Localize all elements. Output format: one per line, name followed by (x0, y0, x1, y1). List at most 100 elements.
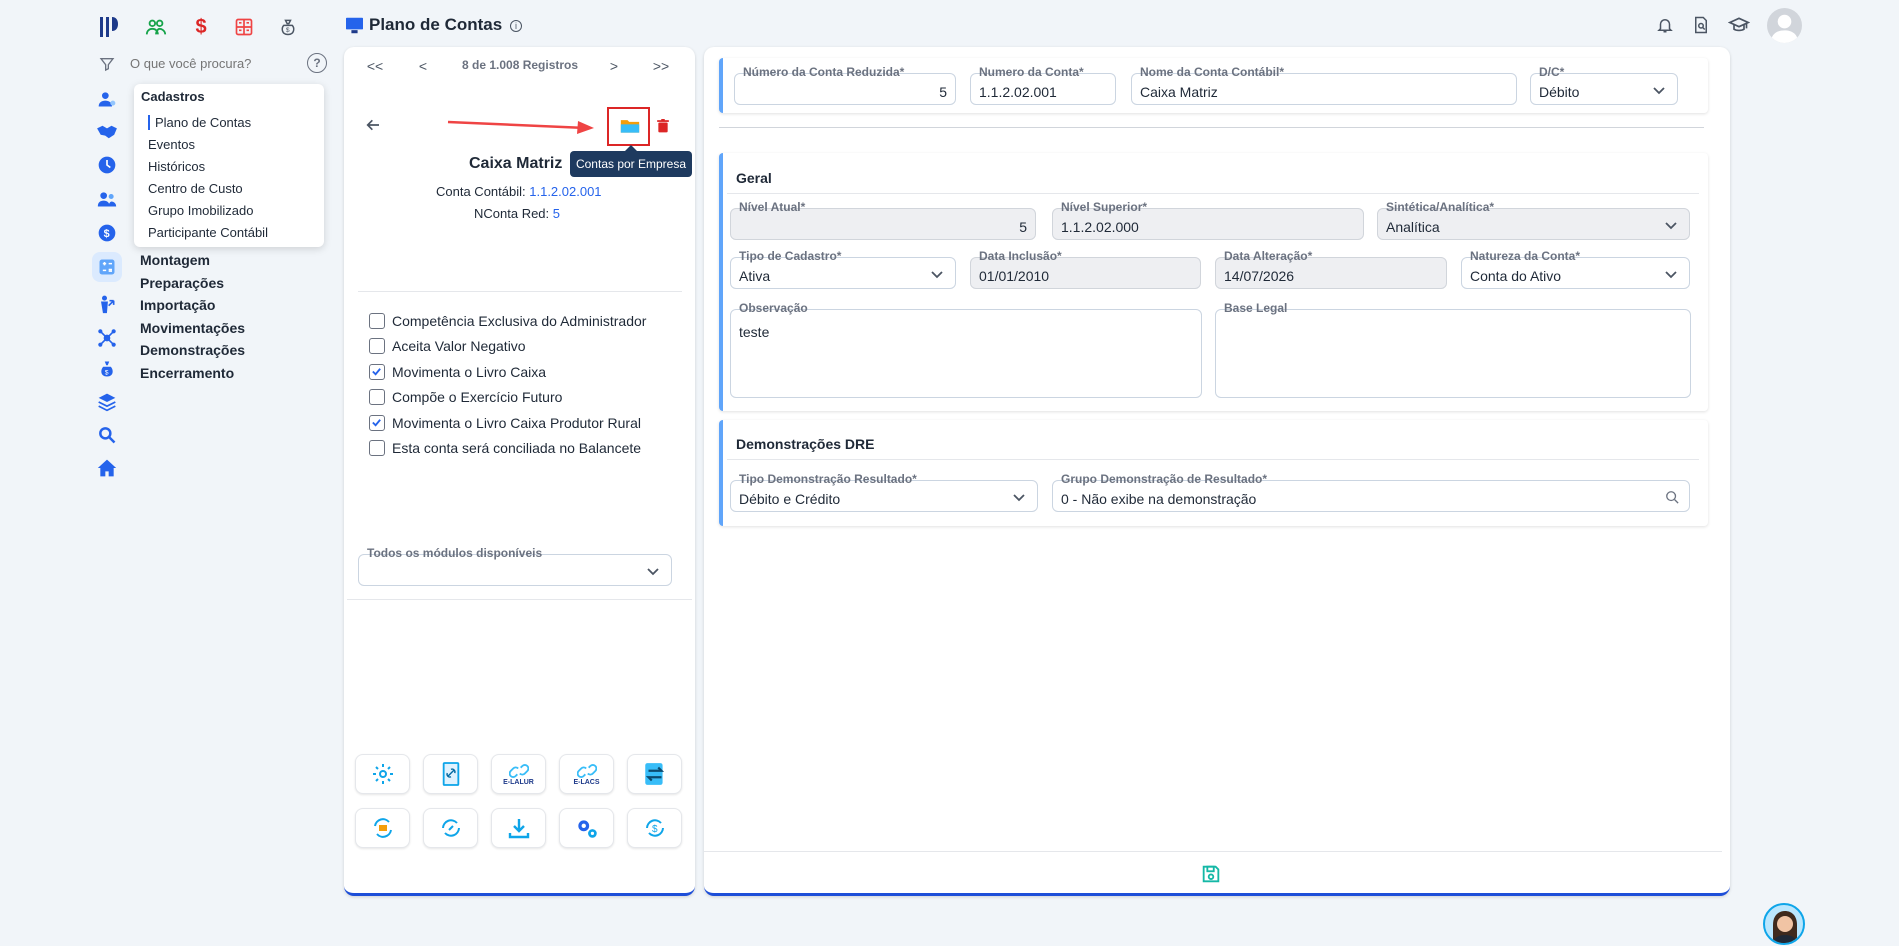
graduation-cap-icon[interactable] (1727, 14, 1751, 36)
user-settings-icon[interactable] (92, 84, 122, 114)
sync-folder-button[interactable] (355, 808, 410, 848)
gears-button[interactable] (559, 808, 614, 848)
users-icon[interactable] (92, 184, 122, 214)
folder-icon[interactable] (619, 116, 641, 136)
nconta-label: NConta Red: (474, 206, 550, 221)
numero-reduzida-label: Número da Conta Reduzida* (743, 65, 905, 79)
grupo-demonstracao-label: Grupo Demonstração de Resultado* (1061, 472, 1268, 486)
nivel-superior-value: 1.1.2.02.000 (1061, 219, 1139, 235)
app-logo[interactable] (96, 14, 122, 40)
download-icon (508, 819, 529, 839)
checkbox-label-exercicio-futuro: Compõe o Exercício Futuro (392, 389, 563, 405)
submenu-item-grupo-imobilizado[interactable]: Grupo Imobilizado (148, 203, 254, 218)
observacao-label: Observação (739, 301, 808, 315)
prev-record-button[interactable]: < (413, 56, 433, 76)
data-inclusao-label: Data Inclusão* (979, 249, 1062, 263)
submenu-item-participante-contabil[interactable]: Participante Contábil (148, 225, 268, 240)
checkbox-produtor-rural[interactable] (369, 415, 385, 431)
menu-preparacoes[interactable]: Preparações (140, 275, 224, 291)
people-icon[interactable] (142, 12, 170, 42)
delete-icon[interactable] (654, 116, 672, 136)
submenu-item-historicos[interactable]: Históricos (148, 159, 205, 174)
checkbox-exercicio-futuro[interactable] (369, 389, 385, 405)
money-bag-icon[interactable]: $ (274, 12, 302, 42)
observacao-textarea[interactable]: Observação teste (730, 301, 1202, 398)
data-inclusao-field[interactable]: Data Inclusão* 01/01/2010 (970, 249, 1201, 289)
assistant-avatar[interactable] (1763, 903, 1805, 945)
checkbox-aceita-negativo[interactable] (369, 338, 385, 354)
back-arrow-icon[interactable] (362, 114, 384, 136)
divider (719, 127, 1704, 128)
save-icon[interactable] (1199, 862, 1223, 886)
document-search-icon[interactable] (1690, 14, 1712, 36)
help-icon[interactable]: ? (307, 53, 327, 73)
menu-encerramento[interactable]: Encerramento (140, 365, 234, 381)
network-icon[interactable] (92, 323, 122, 353)
nivel-superior-label: Nível Superior* (1061, 200, 1148, 214)
tooltip-text: Contas por Empresa (575, 157, 687, 171)
currency-sync-button[interactable]: $ (627, 808, 682, 848)
first-record-button[interactable]: << (365, 56, 385, 76)
calculator-icon[interactable] (230, 12, 258, 42)
checkbox-conciliada[interactable] (369, 440, 385, 456)
search-icon[interactable] (1665, 490, 1679, 504)
natureza-select[interactable]: Natureza da Conta* Conta do Ativo (1461, 249, 1690, 289)
sintetica-select[interactable]: Sintética/Analítica* Analítica (1377, 200, 1690, 240)
filter-icon[interactable] (97, 54, 117, 74)
transfer-button[interactable] (627, 754, 682, 794)
layers-icon[interactable] (92, 387, 122, 417)
search-icon[interactable] (92, 420, 122, 450)
svg-text:$: $ (286, 27, 290, 34)
nivel-atual-field[interactable]: Nível Atual* 5 (730, 200, 1036, 240)
clock-icon[interactable] (92, 150, 122, 180)
book-link-icon (442, 762, 459, 786)
natureza-label: Natureza da Conta* (1470, 249, 1581, 263)
link-sync-button[interactable] (423, 808, 478, 848)
menu-montagem[interactable]: Montagem (140, 252, 210, 268)
checkbox-competencia[interactable] (369, 313, 385, 329)
menu-movimentacoes[interactable]: Movimentações (140, 320, 245, 336)
download-button[interactable] (491, 808, 546, 848)
money-bag-blue-icon[interactable]: $ (92, 354, 122, 384)
submenu-item-eventos[interactable]: Eventos (148, 137, 195, 152)
dollar-icon[interactable]: $ (187, 12, 215, 42)
menu-importacao[interactable]: Importação (140, 297, 215, 313)
user-avatar[interactable] (1767, 8, 1802, 43)
nivel-atual-label: Nível Atual* (739, 200, 806, 214)
nivel-superior-field[interactable]: Nível Superior* 1.1.2.02.000 (1052, 200, 1364, 240)
search-input[interactable] (130, 52, 300, 74)
coin-icon[interactable]: $ (92, 218, 122, 248)
base-legal-textarea[interactable]: Base Legal (1215, 301, 1691, 398)
tipo-cadastro-select[interactable]: Tipo de Cadastro* Ativa (730, 249, 956, 289)
gear-icon (372, 764, 393, 784)
home-icon[interactable] (92, 453, 122, 483)
book-link-button[interactable] (423, 754, 478, 794)
dre-title: Demonstrações DRE (736, 436, 875, 452)
settings-button[interactable] (355, 754, 410, 794)
import-person-icon[interactable] (92, 289, 122, 319)
nconta-value: 5 (552, 206, 561, 221)
elacs-button[interactable]: E-LACS (559, 754, 614, 794)
grupo-demonstracao-field[interactable]: Grupo Demonstração de Resultado* 0 - Não… (1052, 472, 1690, 512)
calculator-active-icon[interactable] (92, 252, 122, 282)
data-alteracao-field[interactable]: Data Alteração* 14/07/2026 (1215, 249, 1447, 289)
menu-demonstracoes[interactable]: Demonstrações (140, 342, 245, 358)
info-icon[interactable]: i (510, 20, 522, 32)
modules-select[interactable]: Todos os módulos disponíveis (358, 546, 672, 586)
next-record-button[interactable]: > (604, 56, 624, 76)
numero-conta-field[interactable]: Numero da Conta* 1.1.2.02.001 (970, 65, 1116, 105)
submenu-item-centro-de-custo[interactable]: Centro de Custo (148, 181, 243, 196)
handshake-icon[interactable] (92, 117, 122, 147)
nome-conta-field[interactable]: Nome da Conta Contábil* Caixa Matriz (1131, 65, 1517, 105)
tipo-demonstracao-select[interactable]: Tipo Demonstração Resultado* Débito e Cr… (730, 472, 1038, 512)
elalur-button[interactable]: E-LALUR (491, 754, 546, 794)
last-record-button[interactable]: >> (651, 56, 671, 76)
checkbox-livro-caixa[interactable] (369, 364, 385, 380)
submenu-item-plano-de-contas[interactable]: Plano de Contas (155, 115, 251, 130)
numero-reduzida-field[interactable]: Número da Conta Reduzida* 5 (734, 65, 956, 105)
elacs-label: E-LACS (573, 778, 600, 786)
record-name: Caixa Matriz (469, 155, 563, 172)
checkbox-label-produtor-rural: Movimenta o Livro Caixa Produtor Rural (392, 415, 641, 431)
bell-icon[interactable] (1654, 14, 1676, 36)
dc-select[interactable]: D/C* Débito (1530, 65, 1678, 105)
